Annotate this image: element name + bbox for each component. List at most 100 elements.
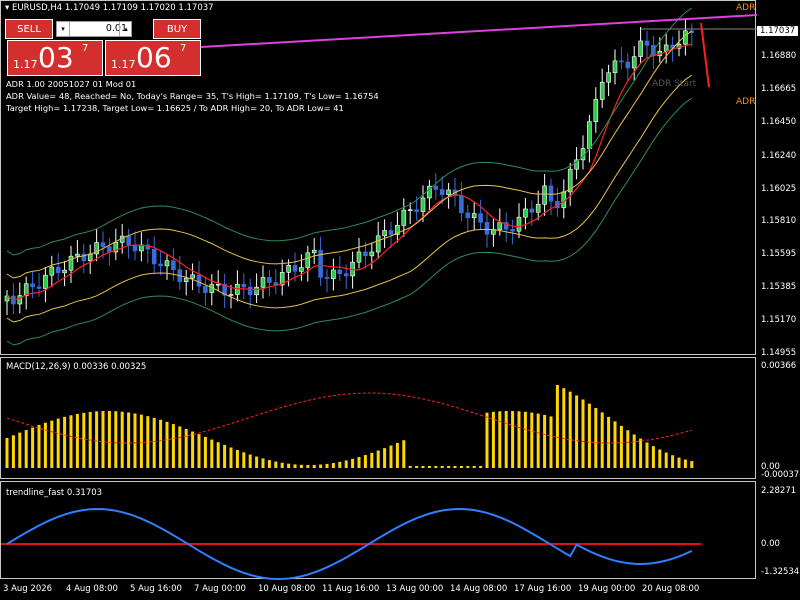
macd-canvas[interactable] bbox=[1, 358, 757, 480]
macd-bar bbox=[447, 466, 451, 468]
macd-bar bbox=[453, 466, 457, 468]
trendline-pane[interactable]: trendline_fast 0.31703 bbox=[0, 481, 757, 580]
candle-body bbox=[401, 209, 407, 226]
macd-bar bbox=[504, 411, 508, 468]
candle-body bbox=[299, 267, 304, 272]
candle-body bbox=[311, 249, 317, 254]
macd-bar bbox=[31, 427, 35, 468]
sell-price-box[interactable]: 1.17 03 7 bbox=[7, 40, 103, 76]
macd-pane[interactable]: MACD(12,26,9) 0.00336 0.00325 bbox=[0, 357, 756, 479]
candle-body bbox=[638, 40, 643, 57]
volume-decrease-icon[interactable]: ▾ bbox=[57, 22, 70, 36]
macd-bar bbox=[395, 442, 399, 468]
candle-body bbox=[196, 274, 202, 287]
macd-bar bbox=[338, 461, 342, 468]
macd-bar bbox=[344, 460, 348, 468]
macd-bar bbox=[683, 459, 687, 468]
candle-body bbox=[548, 185, 554, 202]
candle-body bbox=[228, 294, 234, 296]
macd-bar bbox=[530, 412, 534, 468]
macd-bar bbox=[376, 450, 380, 468]
candle-body bbox=[215, 283, 221, 286]
macd-bar bbox=[671, 455, 675, 468]
macd-bar bbox=[223, 444, 227, 468]
adr-info-line1: ADR 1.00 20051027 01 Mod 01 bbox=[6, 79, 137, 89]
macd-bar bbox=[133, 413, 137, 468]
macd-bar bbox=[459, 466, 463, 468]
candle-body bbox=[599, 81, 605, 100]
macd-bar bbox=[5, 438, 9, 468]
price-tick: 1.15170 bbox=[761, 315, 797, 325]
macd-bar bbox=[543, 414, 547, 468]
candle-body bbox=[55, 266, 61, 274]
macd-bar bbox=[619, 425, 623, 468]
sell-button[interactable]: SELL bbox=[5, 19, 53, 39]
macd-bar bbox=[690, 461, 694, 468]
candle-body bbox=[516, 216, 522, 232]
volume-increase-icon[interactable]: ▴ bbox=[119, 22, 132, 36]
volume-field[interactable]: ▾ 0.01 ▴ bbox=[56, 21, 132, 37]
candle-body bbox=[292, 265, 298, 272]
macd-bar bbox=[293, 464, 297, 468]
macd-bar bbox=[82, 412, 86, 468]
buy-price-pips: 06 bbox=[136, 41, 172, 74]
candle-body bbox=[625, 61, 631, 69]
macd-bar bbox=[235, 449, 239, 468]
candle-body bbox=[241, 283, 247, 288]
time-tick: 20 Aug 08:00 bbox=[642, 584, 700, 594]
macd-bar bbox=[248, 454, 252, 468]
macd-bar bbox=[159, 419, 163, 468]
candle-body bbox=[644, 40, 650, 46]
price-tick: 1.16880 bbox=[761, 51, 797, 61]
candle-body bbox=[254, 286, 259, 296]
candle-body bbox=[36, 286, 42, 289]
ohlc-values: 1.17049 1.17109 1.17020 1.17037 bbox=[64, 3, 214, 13]
macd-bar bbox=[511, 411, 515, 468]
adr-low-label: ADR bbox=[736, 97, 756, 107]
macd-bar bbox=[229, 447, 233, 468]
trendline-magenta bbox=[200, 14, 757, 48]
price-tick: 1.14955 bbox=[761, 348, 797, 358]
macd-bar bbox=[440, 466, 444, 468]
candle-body bbox=[337, 269, 343, 274]
candle-body bbox=[75, 253, 80, 257]
candle-body bbox=[382, 230, 387, 237]
macd-bar bbox=[549, 416, 553, 468]
candle-body bbox=[497, 222, 503, 230]
time-tick: 10 Aug 08:00 bbox=[258, 584, 316, 594]
macd-bar bbox=[242, 452, 246, 468]
candle-body bbox=[164, 260, 170, 267]
price-tick: 1.16665 bbox=[761, 84, 797, 94]
buy-button[interactable]: BUY bbox=[153, 19, 201, 39]
macd-axis-bottom: -0.00037 bbox=[761, 470, 800, 480]
macd-bar bbox=[568, 391, 572, 468]
candle-body bbox=[30, 283, 35, 288]
price-chart-pane[interactable]: ▾ EURUSD,H4 1.17049 1.17109 1.17020 1.17… bbox=[0, 0, 757, 355]
macd-bar bbox=[351, 458, 355, 468]
macd-bar bbox=[677, 457, 681, 468]
chart-title-arrow-icon: ▾ bbox=[5, 3, 10, 13]
macd-bar bbox=[491, 411, 495, 468]
macd-bar bbox=[357, 457, 361, 468]
macd-bar bbox=[383, 448, 387, 468]
price-axis[interactable]: 1.17037 1.16880 1.16665 1.16450 1.16240 … bbox=[757, 0, 800, 580]
trendline-canvas[interactable] bbox=[1, 482, 757, 580]
macd-bar bbox=[56, 418, 60, 468]
candle-body bbox=[260, 277, 266, 288]
macd-bar bbox=[197, 434, 201, 468]
macd-bar bbox=[645, 442, 649, 468]
buy-price-fraction: 7 bbox=[180, 43, 187, 54]
macd-bar bbox=[651, 446, 655, 468]
candle-body bbox=[375, 235, 381, 253]
candle-body bbox=[49, 266, 55, 276]
candle-body bbox=[523, 208, 528, 218]
macd-bar bbox=[517, 411, 521, 468]
buy-price-box[interactable]: 1.17 06 7 bbox=[105, 40, 201, 76]
macd-bar bbox=[69, 415, 73, 468]
time-tick: 11 Aug 16:00 bbox=[322, 584, 380, 594]
macd-bar bbox=[75, 413, 79, 468]
candle-body bbox=[100, 242, 106, 247]
macd-bar bbox=[101, 411, 105, 468]
time-tick: 14 Aug 08:00 bbox=[450, 584, 508, 594]
candle-body bbox=[203, 285, 208, 293]
